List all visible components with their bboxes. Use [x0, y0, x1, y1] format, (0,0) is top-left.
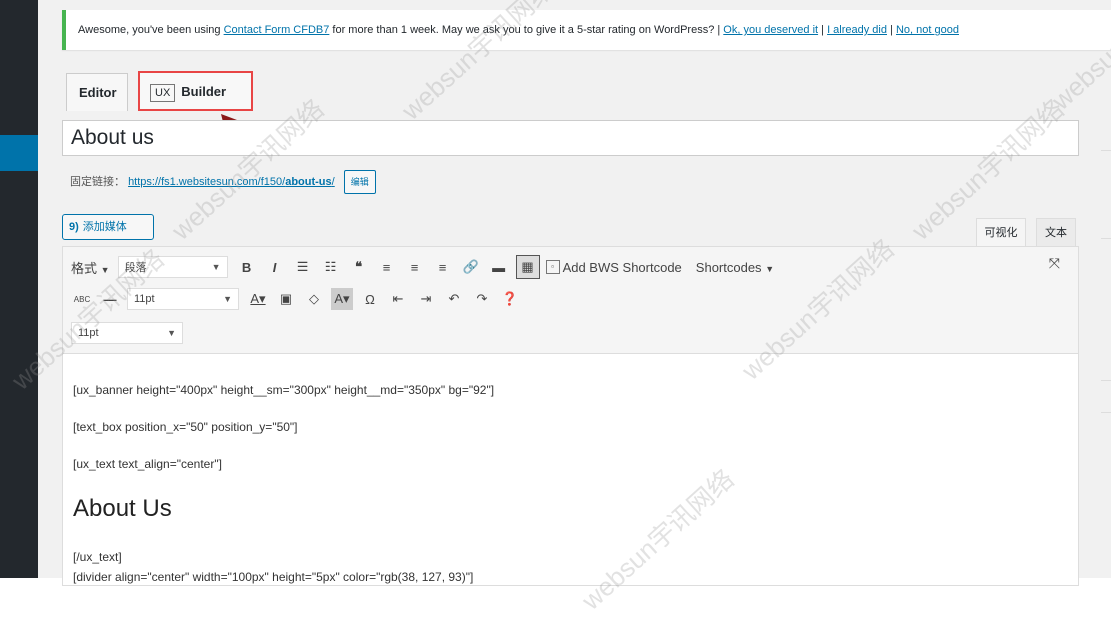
content-line: [ux_text text_align="center"] — [73, 457, 222, 471]
content-line: [/ux_text] — [73, 550, 122, 564]
align-right-icon[interactable]: ≡ — [432, 256, 454, 278]
indent-icon[interactable]: ⇥ — [415, 288, 437, 310]
permalink-row: 固定链接： https://fs1.websitesun.com/f150/ab… — [70, 170, 376, 194]
toolbar-toggle-icon[interactable]: ▦ — [515, 255, 540, 279]
divider — [1101, 380, 1111, 381]
shortcode-icon: ▫ — [545, 260, 560, 274]
special-char-icon[interactable]: Ω — [359, 288, 381, 310]
paragraph-select-value: 段落 — [124, 262, 147, 274]
font-size-value: 11pt — [134, 293, 155, 305]
align-left-icon[interactable]: ≡ — [376, 256, 398, 278]
help-icon[interactable]: ❓ — [499, 288, 521, 310]
permalink-label: 固定链接： — [70, 175, 125, 188]
add-bws-shortcode-button[interactable]: ▫ Add BWS Shortcode — [545, 259, 682, 275]
add-media-button[interactable]: 9) 添加媒体 — [62, 214, 154, 240]
divider — [1101, 150, 1111, 151]
permalink-slug: about-us — [285, 175, 332, 188]
chevron-down-icon: ▼ — [100, 264, 110, 275]
notice-already-link[interactable]: I already did — [827, 24, 887, 36]
notice-separator: | — [818, 24, 828, 36]
notice-no-link[interactable]: No, not good — [896, 24, 959, 36]
bullet-list-icon[interactable]: ☰ — [292, 256, 314, 278]
tab-visual[interactable]: 可视化 — [976, 218, 1026, 246]
italic-button[interactable]: I — [264, 256, 286, 278]
notice-separator: | — [887, 24, 896, 36]
redo-icon[interactable]: ↷ — [471, 288, 493, 310]
paste-text-icon[interactable]: ▣ — [275, 288, 297, 310]
admin-menu-active-item[interactable] — [0, 135, 46, 171]
tab-editor[interactable]: Editor — [66, 73, 128, 111]
add-media-label: 添加媒体 — [82, 221, 127, 233]
divider — [1101, 238, 1111, 239]
outdent-icon[interactable]: ⇤ — [387, 288, 409, 310]
chevron-down-icon: ▼ — [765, 263, 775, 274]
link-icon[interactable]: 🔗 — [460, 256, 482, 278]
chevron-down-icon: ▼ — [211, 262, 221, 272]
text-color-icon[interactable]: A▾ — [247, 288, 269, 310]
notice-text-after: for more than 1 week. May we ask you to … — [329, 24, 724, 36]
strikethrough-icon[interactable]: ABC — [71, 288, 93, 310]
shortcodes-menu[interactable]: Shortcodes ▼ — [696, 260, 774, 275]
clear-format-icon[interactable]: ◇ — [303, 288, 325, 310]
builder-label: Builder — [181, 84, 227, 99]
font-size-value: 11pt — [78, 327, 99, 339]
horizontal-line-icon[interactable]: — — [99, 288, 121, 310]
toolbar-row-3: 11pt ▼ — [71, 319, 191, 347]
tab-text[interactable]: 文本 — [1036, 218, 1076, 246]
font-size-select-2[interactable]: 11pt ▼ — [71, 322, 183, 344]
notice-ok-link[interactable]: Ok, you deserved it — [723, 24, 818, 36]
side-panel-edge — [1101, 120, 1111, 580]
content-line: [divider align="center" width="100px" he… — [73, 570, 474, 584]
chevron-down-icon: ▼ — [167, 328, 176, 338]
editor-toolbar: 格式 ▼ 段落 ▼ B I ☰ ☷ ❝ ≡ ≡ ≡ 🔗 ▬ ▦ ▫ Add BWS … — [63, 247, 1078, 354]
permalink-link[interactable]: https://fs1.websitesun.com/f150/about-us… — [128, 176, 335, 188]
divider — [1101, 412, 1111, 413]
format-menu[interactable]: 格式 ▼ — [71, 258, 110, 277]
notice-text-before: Awesome, you've been using — [78, 24, 224, 36]
numbered-list-icon[interactable]: ☷ — [320, 256, 342, 278]
format-label: 格式 — [71, 260, 98, 276]
tinymce-editor: 格式 ▼ 段落 ▼ B I ☰ ☷ ❝ ≡ ≡ ≡ 🔗 ▬ ▦ ▫ Add BWS … — [62, 246, 1079, 586]
toolbar-row-1: 格式 ▼ 段落 ▼ B I ☰ ☷ ❝ ≡ ≡ ≡ 🔗 ▬ ▦ ▫ Add BWS … — [71, 253, 782, 281]
content-line: [ux_banner height="400px" height__sm="30… — [73, 383, 495, 397]
shortcodes-label: Shortcodes — [695, 259, 762, 275]
background-color-icon[interactable]: A▾ — [331, 288, 353, 310]
content-line: [text_box position_x="50" position_y="50… — [73, 420, 298, 434]
undo-icon[interactable]: ↶ — [443, 288, 465, 310]
admin-sidebar — [0, 0, 46, 578]
rating-notice: Awesome, you've been using Contact Form … — [62, 10, 1111, 50]
fullscreen-icon[interactable]: ⤧ — [1049, 255, 1060, 272]
font-size-select[interactable]: 11pt ▼ — [127, 288, 239, 310]
read-more-icon[interactable]: ▬ — [488, 256, 510, 278]
main-area: Awesome, you've been using Contact Form … — [38, 0, 1111, 586]
permalink-edit-button[interactable]: 编辑 — [343, 170, 376, 194]
blockquote-icon[interactable]: ❝ — [348, 256, 370, 278]
chevron-down-icon: ▼ — [223, 294, 232, 304]
post-title-input[interactable]: About us — [62, 120, 1079, 156]
permalink-url: https://fs1.websitesun.com/f150/ — [128, 175, 286, 188]
bold-button[interactable]: B — [236, 256, 258, 278]
bws-label: Add BWS Shortcode — [562, 259, 682, 275]
tab-ux-builder[interactable]: UX Builder — [138, 71, 253, 111]
ux-badge: UX — [150, 83, 176, 102]
notice-plugin-link[interactable]: Contact Form CFDB7 — [224, 24, 330, 36]
paragraph-select[interactable]: 段落 ▼ — [117, 256, 228, 278]
toolbar-row-2: ABC — 11pt ▼ A▾ ▣ ◇ A▾ Ω ⇤ ⇥ ↶ ↷ ❓ — [71, 285, 527, 313]
content-heading: About Us — [73, 495, 172, 522]
media-icon: 9) — [69, 221, 79, 233]
permalink-trail: / — [331, 175, 335, 188]
align-center-icon[interactable]: ≡ — [404, 256, 426, 278]
